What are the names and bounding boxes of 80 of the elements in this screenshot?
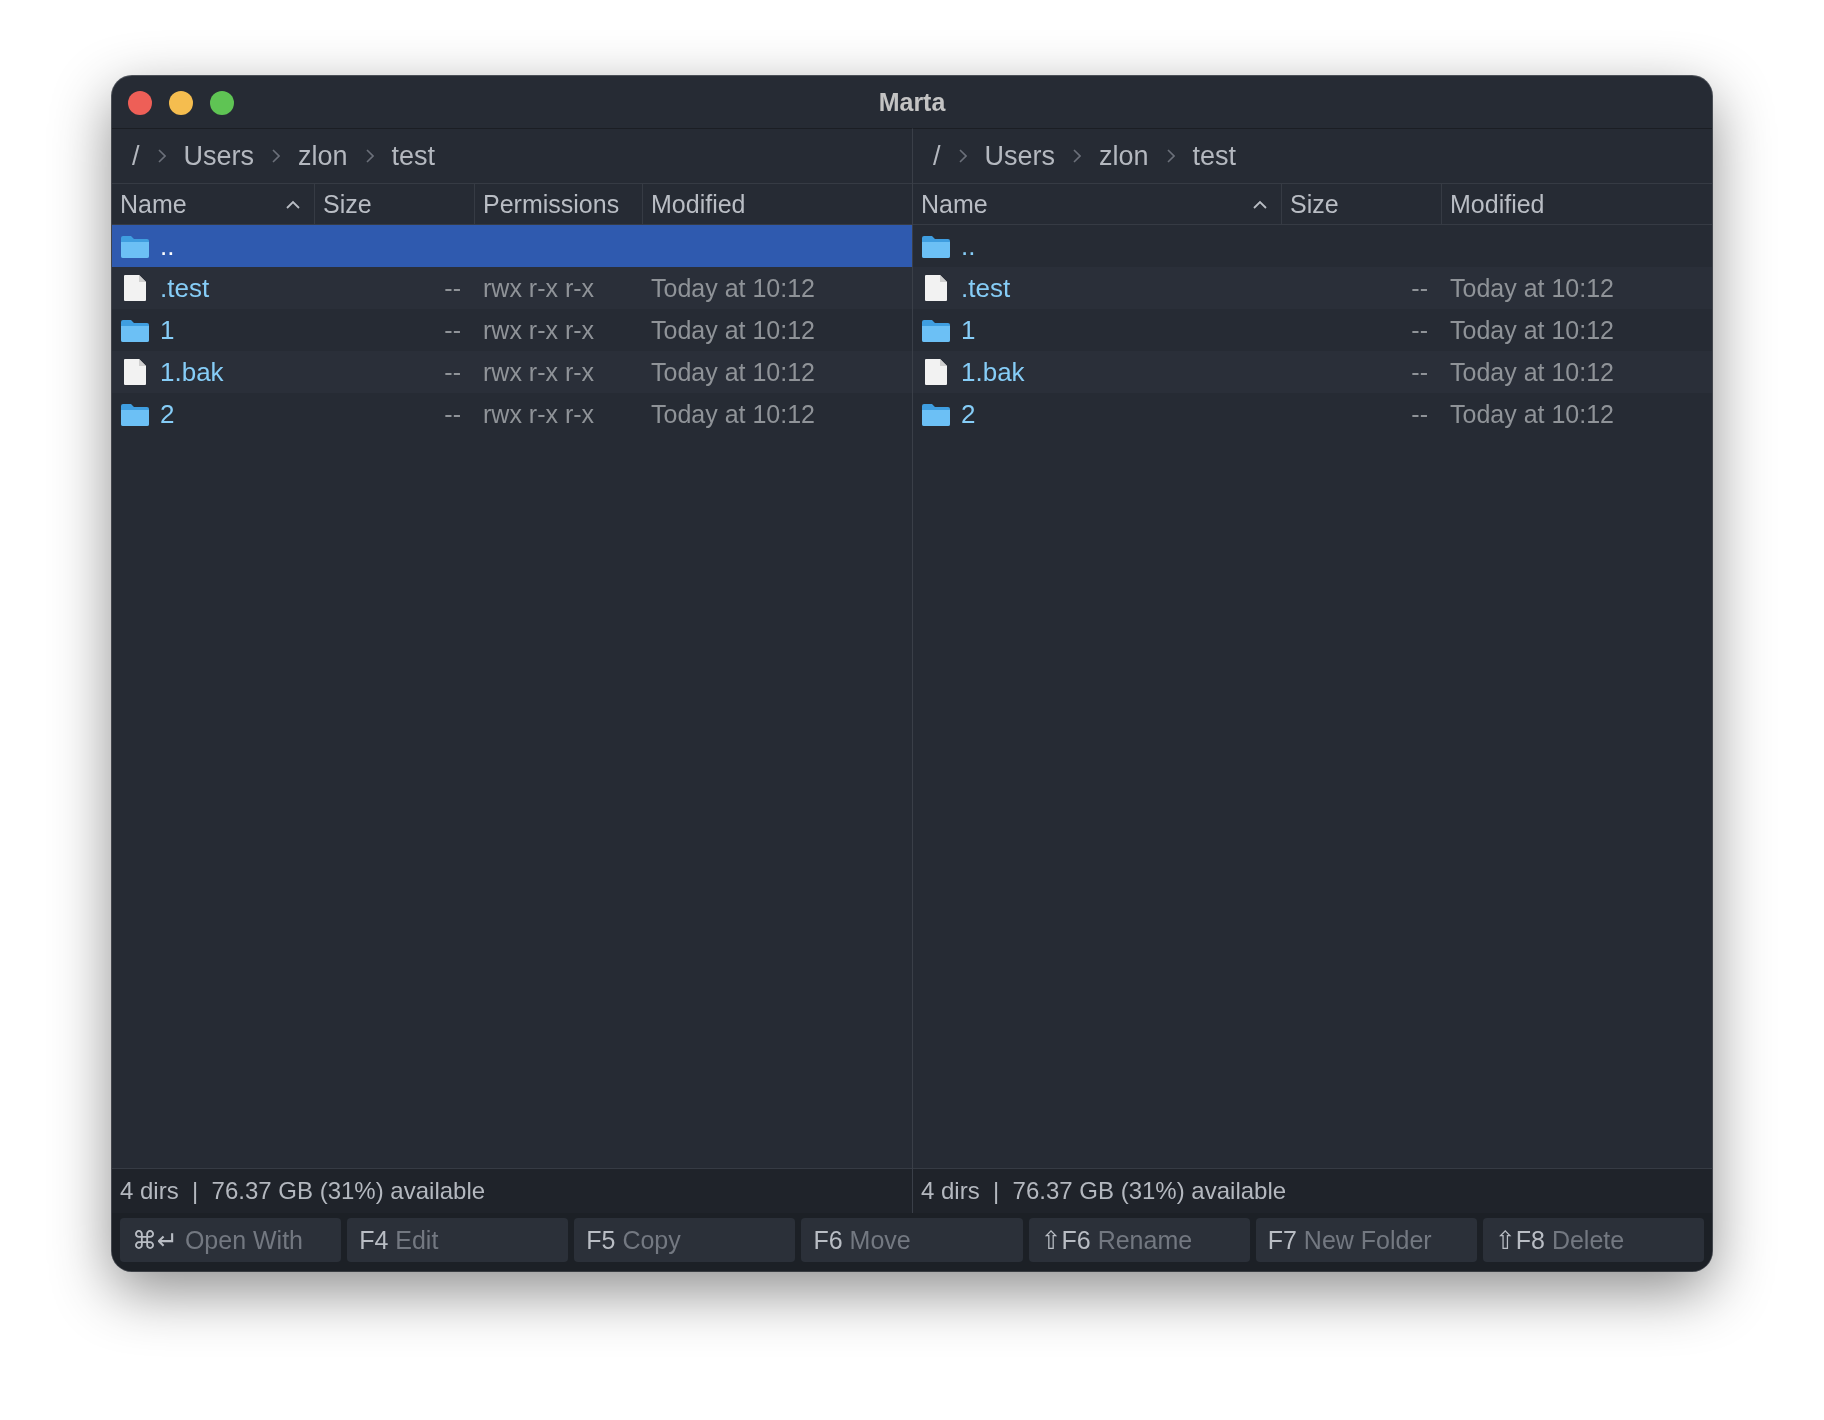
file-row[interactable]: .test -- rwx r-x r-x Today at 10:12 <box>112 267 912 309</box>
file-row[interactable]: .. <box>913 225 1712 267</box>
breadcrumb-item[interactable]: test <box>391 140 436 172</box>
column-header[interactable]: Name <box>112 184 315 224</box>
breadcrumb-item[interactable]: Users <box>984 140 1056 172</box>
file-name: 1 <box>961 314 976 346</box>
file-name: 2 <box>160 398 175 430</box>
file-permissions: rwx r-x r-x <box>483 357 595 387</box>
folder-icon <box>921 402 951 426</box>
file-name: 2 <box>961 398 976 430</box>
minimize-button[interactable] <box>169 91 193 115</box>
file-name: 1.bak <box>160 356 224 388</box>
chevron-icon <box>272 149 281 163</box>
file-size: -- <box>1411 357 1428 387</box>
breadcrumb-item[interactable]: Users <box>183 140 255 172</box>
file-modified: Today at 10:12 <box>1450 273 1614 303</box>
file-name: .. <box>160 230 175 262</box>
column-header[interactable]: Size <box>315 184 475 224</box>
file-row[interactable]: 1.bak -- rwx r-x r-x Today at 10:12 <box>112 351 912 393</box>
file-modified: Today at 10:12 <box>651 273 815 303</box>
status-text: 4 dirs | 76.37 GB (31%) available <box>120 1177 486 1205</box>
file-modified: Today at 10:12 <box>1450 357 1614 387</box>
file-name: 1.bak <box>961 356 1025 388</box>
column-header[interactable]: Modified <box>643 184 912 224</box>
folder-icon <box>120 234 150 258</box>
file-name: .test <box>160 272 210 304</box>
file-row[interactable]: 2 -- Today at 10:12 <box>913 393 1712 435</box>
breadcrumb-item[interactable]: test <box>1192 140 1237 172</box>
file-name: .test <box>961 272 1011 304</box>
file-size: -- <box>444 399 461 429</box>
column-header[interactable]: Name <box>913 184 1282 224</box>
file-permissions: rwx r-x r-x <box>483 315 595 345</box>
file-row[interactable]: 1.bak -- Today at 10:12 <box>913 351 1712 393</box>
folder-icon <box>120 318 150 342</box>
file-permissions: rwx r-x r-x <box>483 399 595 429</box>
file-row[interactable]: 1 -- Today at 10:12 <box>913 309 1712 351</box>
file-modified: Today at 10:12 <box>1450 399 1614 429</box>
chevron-icon <box>1166 149 1175 163</box>
file-modified: Today at 10:12 <box>1450 315 1614 345</box>
close-button[interactable] <box>128 91 152 115</box>
file-modified: Today at 10:12 <box>651 315 815 345</box>
breadcrumb-item[interactable]: / <box>933 140 941 172</box>
function-key-button[interactable]: ⌘↵ Open With <box>120 1218 342 1262</box>
breadcrumb-item[interactable]: zlon <box>298 140 348 172</box>
column-header[interactable]: Modified <box>1442 184 1712 224</box>
file-row[interactable]: 1 -- rwx r-x r-x Today at 10:12 <box>112 309 912 351</box>
window-title: Marta <box>878 87 946 117</box>
file-size: -- <box>1411 315 1428 345</box>
function-key-button[interactable]: ⇧F8 Delete <box>1482 1218 1704 1262</box>
file-row[interactable]: .. <box>112 225 912 267</box>
file-name: 1 <box>160 314 175 346</box>
function-key-button[interactable]: F6 Move <box>801 1218 1023 1262</box>
function-key-button[interactable]: F4 Edit <box>347 1218 569 1262</box>
breadcrumb-item[interactable]: / <box>132 140 140 172</box>
file-row[interactable]: 2 -- rwx r-x r-x Today at 10:12 <box>112 393 912 435</box>
file-name: .. <box>961 230 976 262</box>
column-header[interactable]: Size <box>1282 184 1442 224</box>
file-row[interactable]: .test -- Today at 10:12 <box>913 267 1712 309</box>
folder-icon <box>921 234 951 258</box>
chevron-icon <box>157 149 166 163</box>
file-size: -- <box>1411 273 1428 303</box>
zoom-button[interactable] <box>210 91 234 115</box>
file-modified: Today at 10:12 <box>651 357 815 387</box>
chevron-icon <box>1073 149 1082 163</box>
chevron-icon <box>365 149 374 163</box>
folder-icon <box>120 402 150 426</box>
function-key-button[interactable]: F7 New Folder <box>1255 1218 1477 1262</box>
folder-icon <box>921 318 951 342</box>
file-size: -- <box>444 357 461 387</box>
chevron-icon <box>958 149 967 163</box>
function-key-button[interactable]: ⇧F6 Rename <box>1028 1218 1250 1262</box>
column-header[interactable]: Permissions <box>475 184 643 224</box>
file-size: -- <box>444 273 461 303</box>
file-size: -- <box>444 315 461 345</box>
breadcrumb-item[interactable]: zlon <box>1099 140 1149 172</box>
status-text: 4 dirs | 76.37 GB (31%) available <box>921 1177 1287 1205</box>
function-key-button[interactable]: F5 Copy <box>574 1218 796 1262</box>
file-size: -- <box>1411 399 1428 429</box>
file-modified: Today at 10:12 <box>651 399 815 429</box>
file-permissions: rwx r-x r-x <box>483 273 595 303</box>
